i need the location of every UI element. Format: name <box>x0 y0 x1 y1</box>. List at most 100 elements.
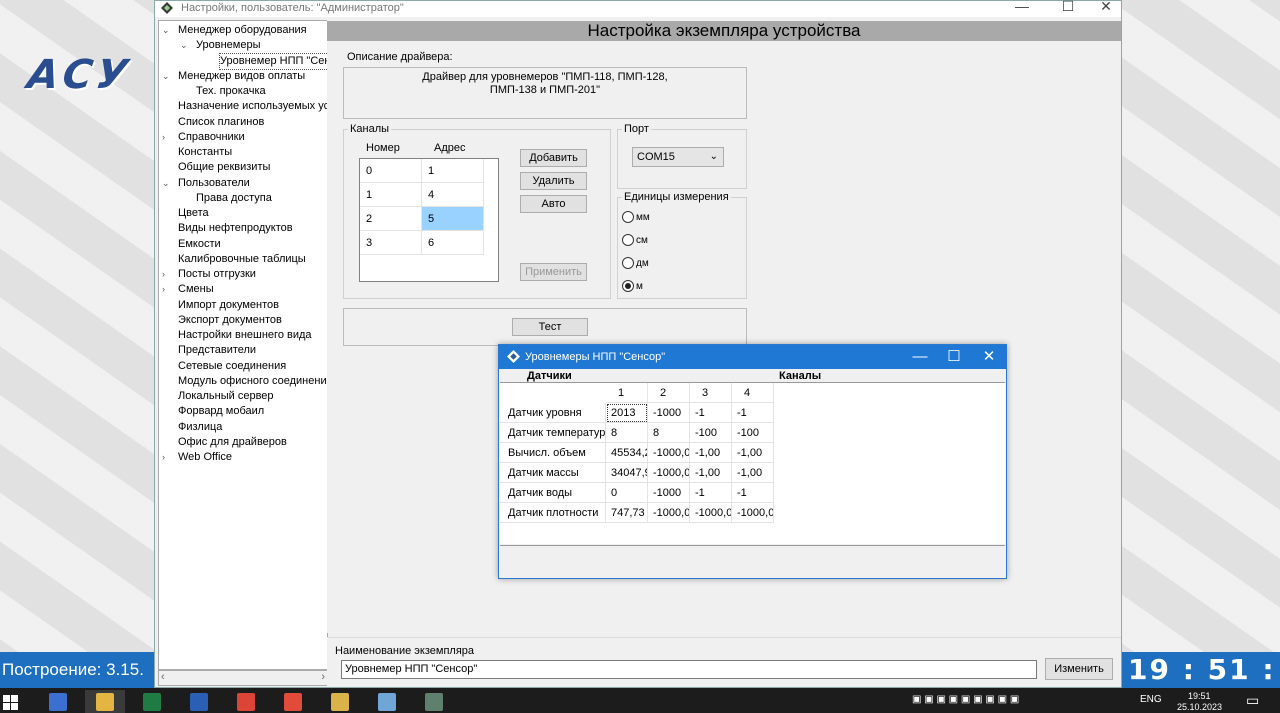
tree-item[interactable]: Импорт документов <box>178 298 279 313</box>
chevron-down-icon[interactable]: ⌄ <box>162 176 172 191</box>
tree-item[interactable]: Цвета <box>178 206 209 221</box>
start-button[interactable] <box>0 690 40 713</box>
tree-item[interactable]: Физлица <box>178 420 222 435</box>
tree-item[interactable]: Смены <box>178 282 214 297</box>
tree-item[interactable]: Офис для драйверов <box>178 435 287 450</box>
auto-button[interactable]: Авто <box>520 195 587 213</box>
sensor-value-cell[interactable]: -1 <box>690 483 732 503</box>
settings-tree[interactable]: ⌄ Менеджер оборудования ⌄ Уровнемеры Уровнем… <box>158 20 328 670</box>
anydesk-icon[interactable] <box>273 690 313 713</box>
sensor-value-cell[interactable]: -100 <box>690 423 732 443</box>
dialog-close-button[interactable]: ✕ <box>972 346 1006 368</box>
tree-item[interactable]: Емкости <box>178 237 221 252</box>
tree-horizontal-scrollbar[interactable]: ‹ › <box>158 670 328 686</box>
chevron-right-icon[interactable]: › <box>162 450 172 465</box>
chevron-down-icon[interactable]: ⌄ <box>162 23 172 38</box>
dialog-minimize-button[interactable]: — <box>903 346 937 368</box>
unit-radio-2[interactable] <box>622 257 634 269</box>
sensor-value-cell[interactable]: -100 <box>732 423 774 443</box>
tree-item[interactable]: Уровнемеры <box>196 38 260 53</box>
chevron-right-icon[interactable]: › <box>162 282 172 297</box>
tree-item[interactable]: Представители <box>178 343 256 358</box>
tree-item[interactable]: Менеджер видов оплаты <box>178 69 305 84</box>
save-icon[interactable] <box>38 690 78 713</box>
tree-item[interactable]: Общие реквизиты <box>178 160 270 175</box>
chevron-right-icon[interactable]: › <box>162 130 172 145</box>
sensor-value-cell[interactable]: -1,00 <box>732 443 774 463</box>
instance-name-input[interactable]: Уровнемер НПП "Сенсор" <box>341 660 1037 679</box>
add-button[interactable]: Добавить <box>520 149 587 167</box>
sensor-value-cell[interactable]: 8 <box>606 423 648 443</box>
tree-item[interactable]: Менеджер оборудования <box>178 23 307 38</box>
test-button[interactable]: Тест <box>512 318 588 336</box>
file-manager-icon[interactable] <box>85 690 125 713</box>
channel-num-cell[interactable]: 3 <box>360 231 422 255</box>
channel-addr-cell[interactable]: 5 <box>422 207 484 231</box>
tree-item[interactable]: Сетевые соединения <box>178 359 286 374</box>
folder-icon[interactable] <box>320 690 360 713</box>
sensor-value-cell[interactable]: -1000 <box>648 403 690 423</box>
excel-icon[interactable] <box>132 690 172 713</box>
sensor-value-cell[interactable]: 45534,2 <box>606 443 648 463</box>
tree-item[interactable]: Уровнемер НПП "Сенсор" <box>218 52 327 70</box>
dialog-maximize-button[interactable]: ☐ <box>937 346 971 368</box>
delete-button[interactable]: Удалить <box>520 172 587 190</box>
tree-item[interactable]: Тех. прокачка <box>196 84 266 99</box>
tree-item[interactable]: Модуль офисного соединения <box>178 374 327 389</box>
sensor-value-cell[interactable]: -1,00 <box>732 463 774 483</box>
channel-num-cell[interactable]: 1 <box>360 183 422 207</box>
taskbar-time[interactable]: 19:51 <box>1188 691 1211 701</box>
word-icon[interactable] <box>179 690 219 713</box>
apply-button[interactable]: Применить <box>520 263 587 281</box>
notes-icon[interactable] <box>367 690 407 713</box>
channel-num-cell[interactable]: 0 <box>360 159 422 183</box>
sensor-value-cell[interactable]: 8 <box>648 423 690 443</box>
sensor-value-cell[interactable]: -1000,0 <box>690 503 732 523</box>
sensor-value-cell[interactable]: -1000,0 <box>648 503 690 523</box>
minimize-button[interactable]: — <box>1007 0 1037 16</box>
port-select[interactable]: COM15 ⌄ <box>632 147 724 167</box>
sensor-value-cell[interactable]: 0 <box>606 483 648 503</box>
asu-app-icon[interactable] <box>414 690 454 713</box>
taskbar-date[interactable]: 25.10.2023 <box>1177 702 1222 712</box>
scroll-right-icon[interactable]: › <box>321 671 325 683</box>
sensor-value-cell[interactable]: -1,00 <box>690 463 732 483</box>
channel-addr-cell[interactable]: 1 <box>422 159 484 183</box>
unit-radio-0[interactable] <box>622 211 634 223</box>
tree-item[interactable]: Настройки внешнего вида <box>178 328 312 343</box>
chevron-down-icon[interactable]: ⌄ <box>180 38 190 53</box>
sensor-table[interactable]: 1 2 3 4 Датчик уровня 2013 -1000 -1 -1 Датчик тем… <box>500 382 1005 544</box>
tree-item[interactable]: Список плагинов <box>178 115 264 130</box>
tree-item[interactable]: Права доступа <box>196 191 272 206</box>
tree-item[interactable]: Справочники <box>178 130 245 145</box>
chevron-right-icon[interactable]: › <box>162 267 172 282</box>
scroll-left-icon[interactable]: ‹ <box>161 671 165 683</box>
tree-item[interactable]: Назначение используемых устройств <box>178 99 327 114</box>
sensor-value-cell[interactable]: 2013 <box>606 403 648 423</box>
tree-item[interactable]: Локальный сервер <box>178 389 274 404</box>
tree-item[interactable]: Посты отгрузки <box>178 267 256 282</box>
channel-num-cell[interactable]: 2 <box>360 207 422 231</box>
maximize-button[interactable]: ☐ <box>1053 0 1083 16</box>
tree-item[interactable]: Константы <box>178 145 232 160</box>
channels-grid[interactable]: 01142536 <box>359 158 499 282</box>
tree-item[interactable]: Экспорт документов <box>178 313 282 328</box>
sensor-value-cell[interactable]: -1 <box>732 403 774 423</box>
chrome-icon[interactable] <box>226 690 266 713</box>
change-button[interactable]: Изменить <box>1045 658 1113 680</box>
tree-item[interactable]: Пользователи <box>178 176 250 191</box>
language-indicator[interactable]: ENG <box>1140 694 1162 705</box>
tree-item[interactable]: Калибровочные таблицы <box>178 252 306 267</box>
tree-item[interactable]: Web Office <box>178 450 232 465</box>
sensor-value-cell[interactable]: -1000,0 <box>732 503 774 523</box>
sensor-value-cell[interactable]: -1000,0 <box>648 463 690 483</box>
sensor-value-cell[interactable]: 34047,9 <box>606 463 648 483</box>
tree-item[interactable]: Виды нефтепродуктов <box>178 221 293 236</box>
sensor-value-cell[interactable]: -1 <box>732 483 774 503</box>
close-button[interactable]: ✕ <box>1091 0 1121 16</box>
sensor-value-cell[interactable]: -1,00 <box>690 443 732 463</box>
sensor-value-cell[interactable]: -1 <box>690 403 732 423</box>
channel-addr-cell[interactable]: 4 <box>422 183 484 207</box>
notification-icon[interactable]: ▭ <box>1246 692 1259 709</box>
tray-icons[interactable]: ▣ ▣ ▣ ▣ ▣ ▣ ▣ ▣ ▣ <box>912 694 1019 705</box>
